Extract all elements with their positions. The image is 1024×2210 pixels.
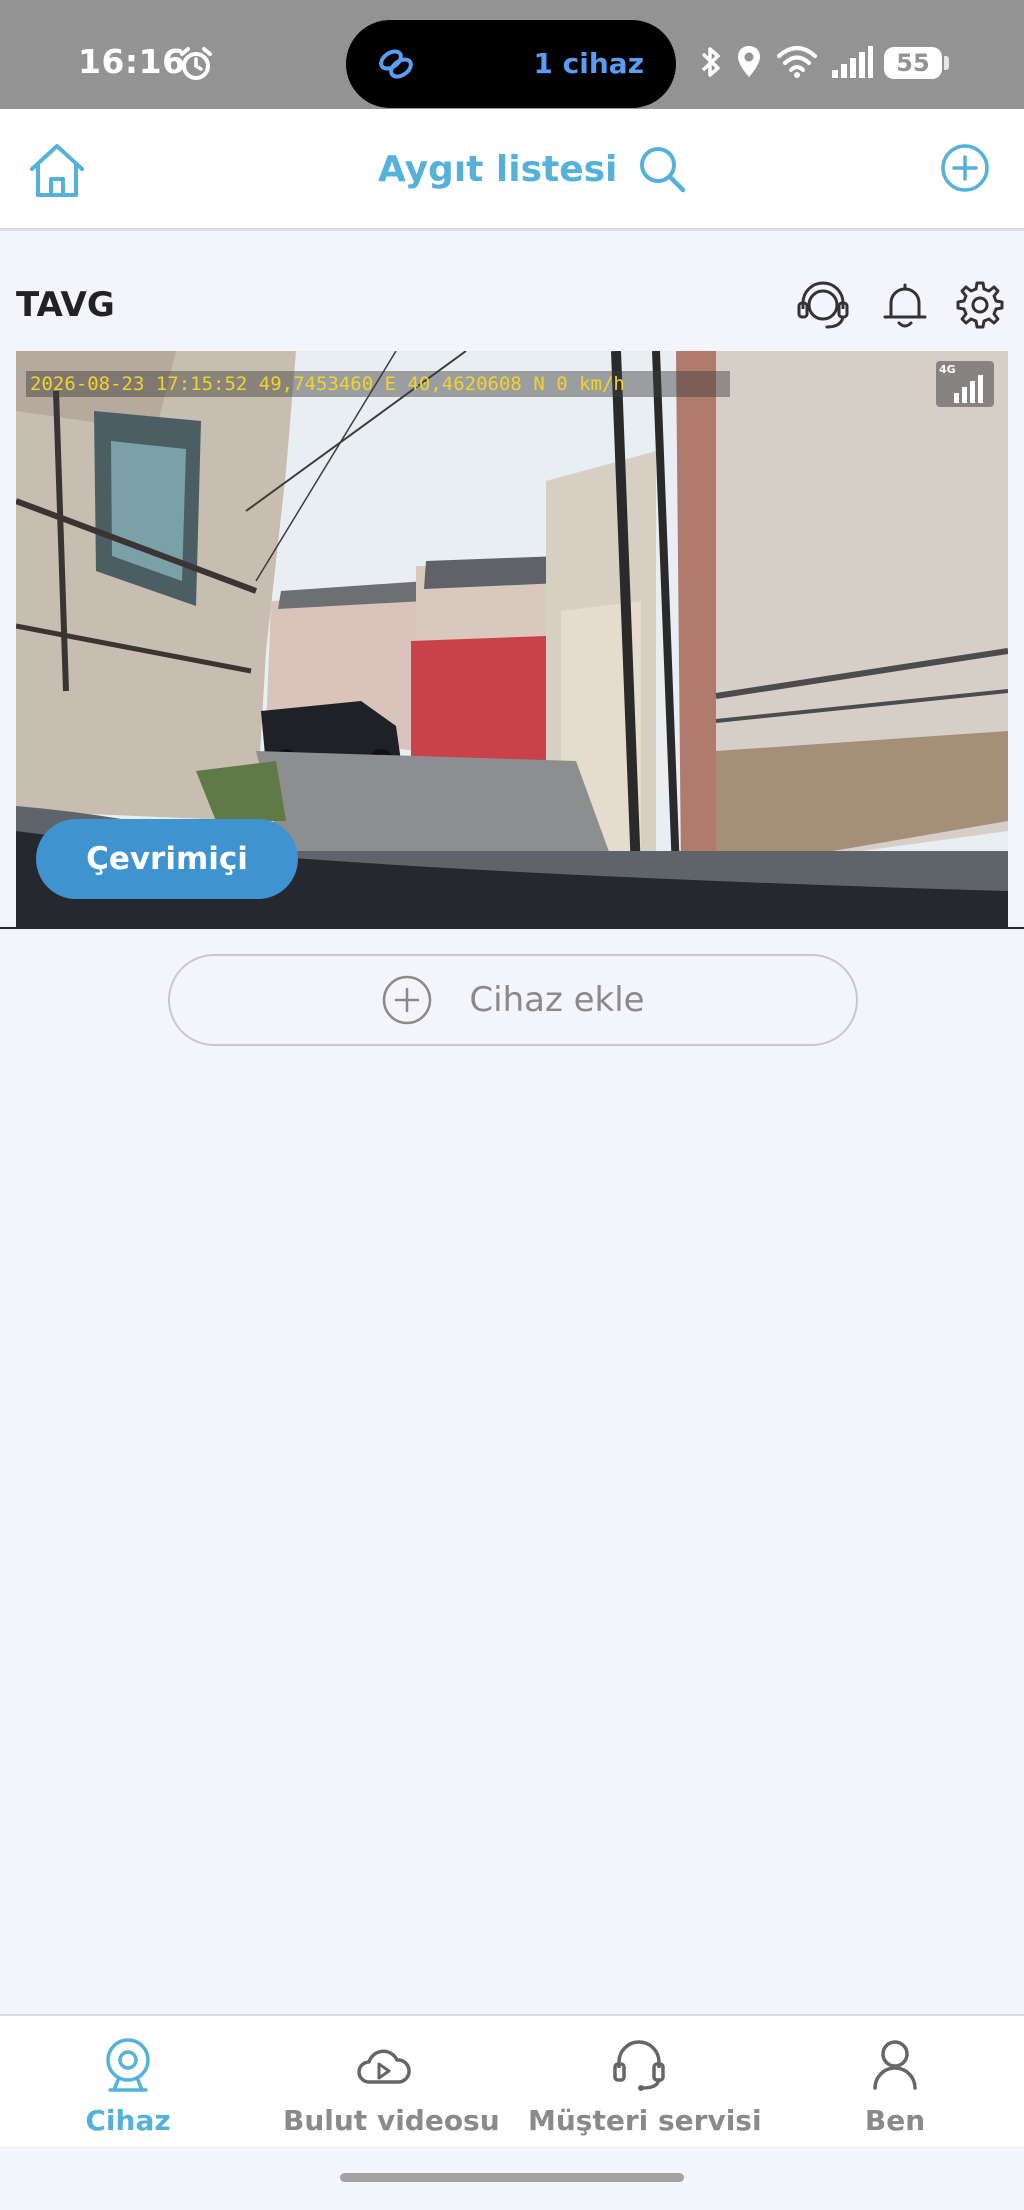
nav-label-me: Ben [864,2104,926,2137]
add-device-label: Cihaz ekle [469,980,645,1020]
page-title: Aygıt listesi [378,148,618,190]
status-time: 16:16 [78,42,186,81]
cellular-signal-icon [832,46,873,78]
status-bar: 16:16 1 cihaz 55 [0,0,1024,109]
search-icon[interactable] [637,144,687,194]
location-icon [738,46,760,77]
add-circle-icon[interactable] [940,143,990,193]
island-device-count: 1 cihaz [533,47,644,80]
network-signal-indicator: 4G [936,361,994,407]
device-name: TAVG [16,285,115,325]
add-device-button[interactable]: Cihaz ekle [168,954,858,1046]
nav-label-customer-service: Müşteri servisi [528,2104,762,2137]
home-indicator[interactable] [340,2173,684,2182]
title-area: Aygıt listesi [378,143,687,195]
home-icon[interactable] [26,139,88,201]
link-icon [379,49,413,79]
nav-tab-cloud-video[interactable]: Bulut videosu [283,2016,500,2148]
support-headset-icon[interactable] [795,277,851,333]
alarm-icon [180,47,212,80]
bluetooth-icon [701,47,720,77]
cloud-play-icon [357,2049,411,2084]
user-icon [873,2040,917,2090]
nav-tab-me[interactable]: Ben [820,2016,970,2148]
camera-icon [106,2038,150,2092]
status-indicators: 55 [700,44,1000,84]
headset-icon [613,2040,665,2091]
video-overlay-text: 2026-08-23 17:15:52 49,7453460 E 40,4620… [26,371,730,397]
nav-tab-customer-service[interactable]: Müşteri servisi [528,2016,762,2148]
camera-preview[interactable]: 2026-08-23 17:15:52 49,7453460 E 40,4620… [16,351,1008,927]
nav-label-cloud-video: Bulut videosu [283,2104,500,2137]
plus-circle-icon [383,975,432,1025]
wifi-icon [777,46,817,78]
card-divider [0,927,1024,929]
bell-icon[interactable] [877,277,933,333]
status-badge: Çevrimiçi [36,819,298,899]
signal-bars-icon [954,375,983,403]
gear-icon[interactable] [952,277,1008,333]
battery-indicator: 55 [884,47,942,79]
nav-tab-device[interactable]: Cihaz [40,2016,216,2148]
nav-label-device: Cihaz [85,2104,171,2137]
app-header: Aygıt listesi [0,109,1024,231]
battery-tip [944,56,949,70]
bottom-navigation: Cihaz Bulut videosu Müşteri servisi Ben [0,2014,1024,2148]
dynamic-island[interactable]: 1 cihaz [346,20,676,108]
